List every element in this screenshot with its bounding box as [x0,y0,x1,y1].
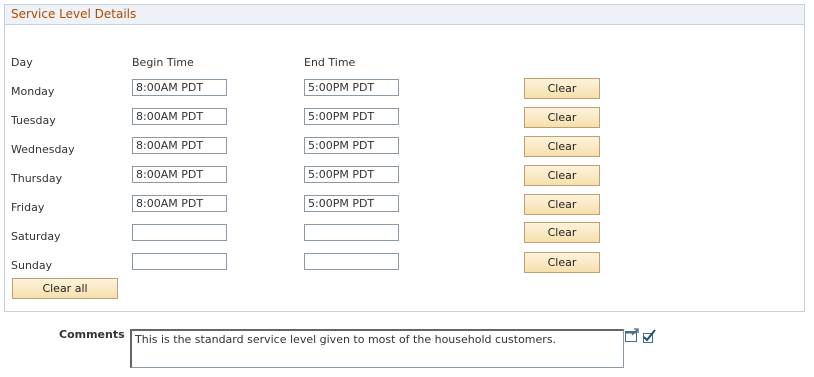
day-label-monday: Monday [11,85,55,98]
clear-button-saturday[interactable]: Clear [524,222,600,243]
end-time-input-friday[interactable] [304,195,399,212]
end-time-input-tuesday[interactable] [304,108,399,125]
begin-time-input-friday[interactable] [132,195,227,212]
column-header-day: Day [11,56,33,69]
begin-time-input-thursday[interactable] [132,166,227,183]
day-label-saturday: Saturday [11,230,61,243]
comments-label: Comments [59,328,125,341]
day-label-wednesday: Wednesday [11,143,75,156]
clear-button-thursday[interactable]: Clear [524,165,600,186]
clear-button-monday[interactable]: Clear [524,78,600,99]
panel-title: Service Level Details [11,7,137,21]
spell-check-icon[interactable] [641,328,657,344]
column-header-begin-time: Begin Time [132,56,194,69]
expand-textarea-icon[interactable] [624,328,640,344]
clear-button-sunday[interactable]: Clear [524,252,600,273]
comments-textarea[interactable]: This is the standard service level given… [130,329,624,368]
end-time-input-monday[interactable] [304,79,399,96]
begin-time-input-monday[interactable] [132,79,227,96]
day-label-sunday: Sunday [11,259,53,272]
begin-time-input-saturday[interactable] [132,224,227,241]
day-label-tuesday: Tuesday [11,114,56,127]
clear-button-friday[interactable]: Clear [524,194,600,215]
end-time-input-saturday[interactable] [304,224,399,241]
begin-time-input-wednesday[interactable] [132,137,227,154]
service-level-panel: Service Level Details [4,4,805,312]
begin-time-input-tuesday[interactable] [132,108,227,125]
end-time-input-sunday[interactable] [304,253,399,270]
column-header-end-time: End Time [304,56,356,69]
clear-button-wednesday[interactable]: Clear [524,136,600,157]
end-time-input-thursday[interactable] [304,166,399,183]
clear-button-tuesday[interactable]: Clear [524,107,600,128]
end-time-input-wednesday[interactable] [304,137,399,154]
day-label-thursday: Thursday [11,172,63,185]
begin-time-input-sunday[interactable] [132,253,227,270]
clear-all-button[interactable]: Clear all [12,278,118,299]
day-label-friday: Friday [11,201,45,214]
panel-header: Service Level Details [5,5,804,25]
